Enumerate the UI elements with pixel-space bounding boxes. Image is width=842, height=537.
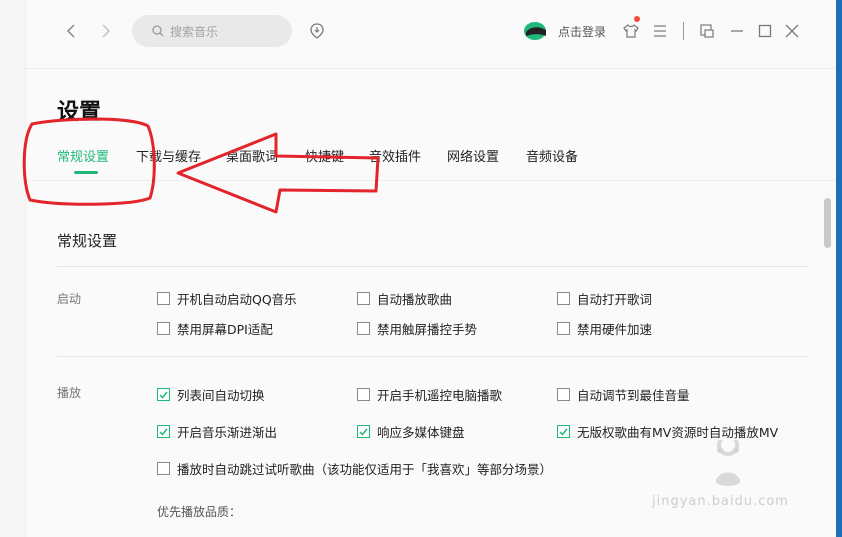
checkbox[interactable] <box>157 322 170 335</box>
tab-audio-plugins[interactable]: 音效插件 <box>369 146 421 165</box>
watermark-text: jingyan.baidu.com <box>652 494 789 509</box>
back-arrow-icon <box>66 24 75 38</box>
check-icon <box>559 428 568 436</box>
option-disable-hw-accel[interactable]: 禁用硬件加速 <box>557 319 652 338</box>
option-label: 自动调节到最佳音量 <box>577 388 690 403</box>
option-skip-preview[interactable]: 播放时自动跳过试听歌曲（该功能仅适用于「我喜欢」等部分场景） <box>157 459 552 478</box>
forward-arrow-icon <box>102 24 111 38</box>
option-label: 禁用硬件加速 <box>577 322 653 337</box>
option-label: 禁用触屏播控手势 <box>377 322 478 337</box>
mini-mode-button[interactable] <box>696 20 718 42</box>
option-auto-lyrics[interactable]: 自动打开歌词 <box>557 289 652 308</box>
listen-recognize-icon <box>310 23 324 39</box>
right-edge <box>836 0 842 537</box>
main-menu-button[interactable] <box>649 20 671 42</box>
checkbox[interactable] <box>357 322 370 335</box>
minimize-icon <box>731 30 743 32</box>
listen-recognize-button[interactable] <box>306 20 328 42</box>
search-placeholder: 搜索音乐 <box>170 24 219 39</box>
option-label: 禁用屏幕DPI适配 <box>177 322 273 337</box>
active-tab-indicator <box>74 171 98 174</box>
tab-desktop-lyrics[interactable]: 桌面歌词 <box>226 146 278 165</box>
option-auto-mv[interactable]: 无版权歌曲有MV资源时自动播放MV <box>557 422 778 441</box>
playback-group-label: 播放 <box>57 386 82 400</box>
startup-group-label: 启动 <box>57 292 82 306</box>
section-divider <box>57 266 808 267</box>
checkbox[interactable] <box>157 292 170 305</box>
option-list-auto-switch[interactable]: 列表间自动切换 <box>157 385 265 404</box>
checkbox[interactable] <box>557 388 570 401</box>
checkbox-checked[interactable] <box>357 425 370 438</box>
page-title: 设置 <box>57 100 102 125</box>
checkbox[interactable] <box>357 292 370 305</box>
playback-quality-label: 优先播放品质： <box>157 505 242 519</box>
close-icon <box>785 24 799 38</box>
option-label: 无版权歌曲有MV资源时自动播放MV <box>577 425 779 440</box>
check-icon <box>159 391 168 399</box>
option-label: 播放时自动跳过试听歌曲（该功能仅适用于「我喜欢」等部分场景） <box>177 462 553 477</box>
tab-audio-device[interactable]: 音频设备 <box>526 146 578 165</box>
section-title: 常规设置 <box>57 232 118 250</box>
tab-network[interactable]: 网络设置 <box>447 146 499 165</box>
checkbox[interactable] <box>557 292 570 305</box>
notification-dot <box>634 16 640 22</box>
titlebar-separator <box>683 22 684 40</box>
search-icon <box>152 25 164 37</box>
option-autostart[interactable]: 开机自动启动QQ音乐 <box>157 289 297 308</box>
option-autoplay[interactable]: 自动播放歌曲 <box>357 289 452 308</box>
option-phone-remote[interactable]: 开启手机遥控电脑播歌 <box>357 385 502 404</box>
close-button[interactable] <box>781 20 803 42</box>
option-label: 自动播放歌曲 <box>377 292 453 307</box>
option-disable-dpi[interactable]: 禁用屏幕DPI适配 <box>157 319 273 338</box>
option-fade-in-out[interactable]: 开启音乐渐进渐出 <box>157 422 277 441</box>
tab-shortcuts[interactable]: 快捷键 <box>305 146 344 165</box>
maximize-button[interactable] <box>754 20 776 42</box>
login-link[interactable]: 点击登录 <box>558 23 606 40</box>
checkbox-checked[interactable] <box>157 425 170 438</box>
checkbox[interactable] <box>557 322 570 335</box>
checkbox[interactable] <box>157 462 170 475</box>
avatar-icon <box>524 22 546 40</box>
back-button[interactable] <box>60 20 82 42</box>
option-label: 开启音乐渐进渐出 <box>177 425 278 440</box>
header-divider <box>26 68 836 69</box>
option-label: 响应多媒体键盘 <box>377 425 465 440</box>
option-disable-touch[interactable]: 禁用触屏播控手势 <box>357 319 477 338</box>
option-label: 开机自动启动QQ音乐 <box>177 292 297 307</box>
check-icon <box>359 428 368 436</box>
minimize-button[interactable] <box>726 20 748 42</box>
skin-button[interactable] <box>620 20 642 42</box>
option-auto-volume[interactable]: 自动调节到最佳音量 <box>557 385 690 404</box>
checkbox[interactable] <box>357 388 370 401</box>
avatar[interactable] <box>523 20 549 42</box>
checkbox-checked[interactable] <box>557 425 570 438</box>
option-label: 列表间自动切换 <box>177 388 265 403</box>
checkbox-checked[interactable] <box>157 388 170 401</box>
option-label: 自动打开歌词 <box>577 292 653 307</box>
tab-download-cache[interactable]: 下载与缓存 <box>136 146 201 165</box>
title-bar: 搜索音乐 点击登录 <box>26 0 836 68</box>
scrollbar-thumb[interactable] <box>824 198 831 248</box>
skin-shirt-icon <box>623 24 639 38</box>
group-divider <box>57 356 808 357</box>
option-media-keys[interactable]: 响应多媒体键盘 <box>357 422 465 441</box>
search-input[interactable]: 搜索音乐 <box>132 15 292 47</box>
forward-button[interactable] <box>95 20 117 42</box>
option-label: 开启手机遥控电脑播歌 <box>377 388 503 403</box>
left-edge <box>0 0 26 537</box>
tab-general[interactable]: 常规设置 <box>57 146 109 165</box>
check-icon <box>159 428 168 436</box>
mini-mode-icon <box>700 24 714 38</box>
maximize-icon <box>758 24 772 38</box>
menu-icon <box>654 25 666 37</box>
